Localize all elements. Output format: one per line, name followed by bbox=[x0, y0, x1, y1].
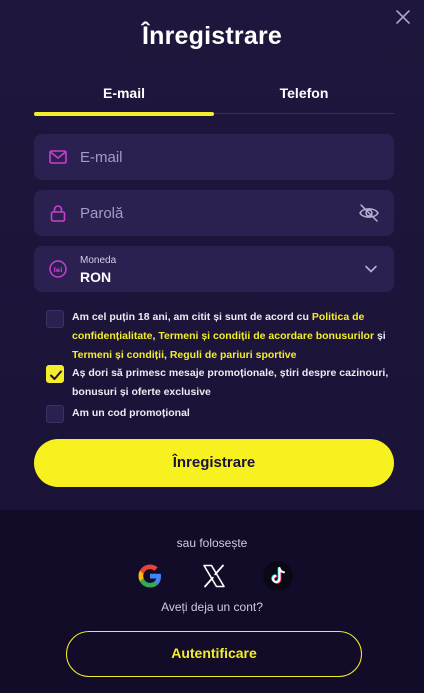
terms-conditions-link[interactable]: Termeni și condiții bbox=[72, 349, 164, 361]
promo-messages-text: Aș dori să primesc mesaje promoționale, … bbox=[72, 367, 389, 398]
currency-label: Moneda bbox=[80, 255, 117, 266]
lock-icon bbox=[50, 205, 66, 222]
page-title: Înregistrare bbox=[142, 22, 282, 50]
mail-icon bbox=[49, 150, 67, 164]
tab-phone[interactable]: Telefon bbox=[214, 84, 394, 116]
tiktok-icon[interactable] bbox=[263, 561, 293, 591]
betting-rules-link[interactable]: Reguli de pariuri sportive bbox=[170, 349, 297, 361]
currency-select[interactable]: lei Moneda RON bbox=[34, 246, 394, 292]
promo-code-checkbox[interactable] bbox=[46, 405, 64, 423]
x-icon[interactable] bbox=[199, 561, 229, 591]
eye-off-icon[interactable] bbox=[358, 203, 380, 223]
password-field bbox=[34, 190, 394, 236]
svg-text:lei: lei bbox=[54, 266, 63, 274]
email-input[interactable] bbox=[80, 134, 370, 180]
social-label: sau folosește bbox=[176, 536, 248, 550]
register-button[interactable]: Înregistrare bbox=[34, 439, 394, 487]
check-icon bbox=[50, 370, 62, 380]
tab-bar: E-mail Telefon bbox=[34, 84, 394, 116]
login-button[interactable]: Autentificare bbox=[66, 631, 362, 677]
tab-active-indicator bbox=[34, 112, 214, 116]
currency-icon: lei bbox=[49, 260, 67, 278]
account-prompt: Aveți deja un cont? bbox=[161, 600, 263, 614]
currency-value: RON bbox=[80, 269, 112, 285]
password-input[interactable] bbox=[80, 190, 370, 236]
promo-code-text: Am un cod promoțional bbox=[72, 407, 190, 419]
terms-text-start: Am cel puțin 18 ani, am citit și sunt de… bbox=[72, 311, 312, 323]
google-icon[interactable] bbox=[135, 561, 165, 591]
terms-separator: și bbox=[374, 330, 386, 342]
promo-messages-checkbox[interactable] bbox=[46, 365, 64, 383]
terms-text: Am cel puțin 18 ani, am citit și sunt de… bbox=[72, 308, 402, 365]
chevron-down-icon bbox=[365, 265, 377, 273]
terms-checkbox[interactable] bbox=[46, 310, 64, 328]
bonus-terms-link[interactable]: Termeni și condiții de acordare bonusuri… bbox=[158, 330, 374, 342]
email-field bbox=[34, 134, 394, 180]
